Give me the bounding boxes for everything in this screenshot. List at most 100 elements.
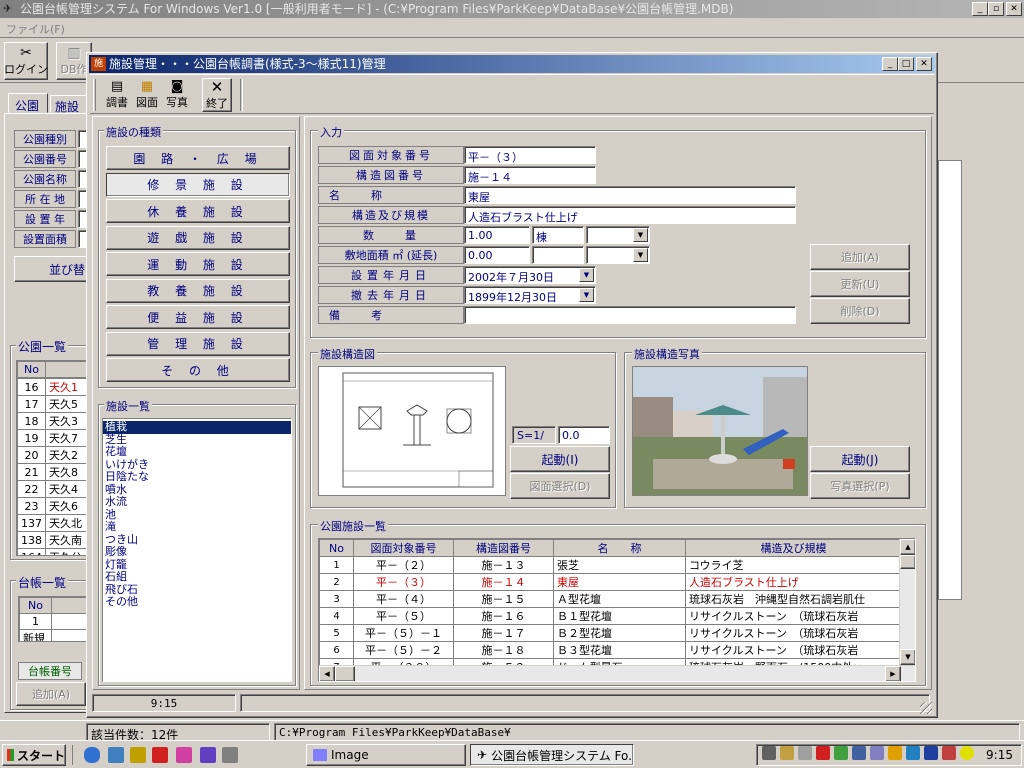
table-cell-name[interactable]: 東屋 — [553, 573, 686, 591]
park-list-name[interactable]: 天久2 — [45, 446, 89, 464]
ledger-row[interactable]: 1 — [19, 613, 52, 630]
facility-list-item[interactable]: 花壇 — [103, 445, 291, 459]
table-cell-struct[interactable]: 施－１３ — [453, 556, 554, 574]
app-icon-pink[interactable] — [176, 747, 192, 763]
park-list-no[interactable]: 17 — [17, 395, 46, 413]
ie-icon[interactable] — [84, 747, 100, 763]
park-list-no[interactable]: 18 — [17, 412, 46, 430]
chevron-down-icon[interactable]: ▼ — [579, 288, 594, 302]
table-cell-name[interactable]: Ｂ３型花壇 — [553, 641, 686, 659]
park-list-no[interactable]: 19 — [17, 429, 46, 447]
sort-button[interactable]: 並び替 — [14, 256, 90, 282]
table-cell-no[interactable]: 2 — [319, 573, 354, 591]
category-button[interactable]: 便 益 施 設 — [106, 305, 290, 329]
remove-date-picker[interactable]: 1899年12月30日 ▼ — [464, 286, 596, 304]
photo-select-button[interactable]: 写真選択(P) — [810, 473, 910, 499]
chevron-down-icon[interactable]: ▼ — [633, 228, 648, 242]
structure-no-field[interactable]: 施－１４ — [464, 166, 596, 184]
table-row[interactable]: 137 天久北 — [17, 514, 89, 532]
help-icon[interactable] — [960, 746, 974, 760]
facility-list-item[interactable]: 噴水 — [103, 483, 291, 497]
park-list-name[interactable]: 天久8 — [45, 463, 89, 481]
facility-list-item[interactable]: 水流 — [103, 495, 291, 509]
table-cell-no[interactable]: 4 — [319, 607, 354, 625]
dialog-maximize-button[interactable]: □ — [898, 57, 914, 71]
drawing-preview[interactable] — [318, 366, 506, 496]
park-list-name[interactable]: 天久6 — [45, 497, 89, 515]
tab-facility[interactable]: 施設 — [50, 95, 90, 114]
table-cell-struct[interactable]: 施－１４ — [453, 573, 554, 591]
delete-button[interactable]: 削除(D) — [810, 298, 910, 324]
table-row[interactable]: 16 天久1 — [17, 378, 89, 396]
table-cell-scale[interactable]: 人造石ブラスト仕上げ — [685, 573, 902, 591]
quantity-unit-select[interactable]: ▼ — [586, 226, 650, 244]
park-list-no[interactable]: 22 — [17, 480, 46, 498]
table-cell-drawing[interactable]: 平－（５）－１ — [353, 624, 454, 642]
survey-button[interactable]: ▤ 調書 — [102, 78, 132, 112]
update-button[interactable]: 更新(U) — [810, 271, 910, 297]
chevron-down-icon[interactable]: ▼ — [633, 248, 648, 262]
minimize-button[interactable]: _ — [972, 2, 988, 16]
tray-icon-9[interactable] — [906, 746, 920, 760]
horizontal-scrollbar[interactable]: ◀ ▶ — [319, 665, 915, 681]
drawing-no-field[interactable]: 平－（３） — [464, 146, 596, 164]
tab-park[interactable]: 公園 — [8, 93, 48, 113]
scroll-up-button[interactable]: ▲ — [900, 539, 915, 555]
photo-launch-button[interactable]: 起動(J) — [810, 446, 910, 472]
table-row[interactable]: 6 平－（５）－２ 施－１８ Ｂ３型花壇 リサイクルストーン （琉球石灰岩 — [319, 641, 902, 659]
table-row[interactable]: 3 平－（４） 施－１５ Ａ型花壇 琉球石灰岩 沖縄型自然石調岩肌仕 — [319, 590, 902, 608]
scroll-right-button[interactable]: ▶ — [885, 666, 901, 681]
table-header-cell[interactable]: No — [319, 539, 354, 557]
park-list-name[interactable]: 天久7 — [45, 429, 89, 447]
tray-icon-5[interactable] — [834, 746, 848, 760]
table-cell-scale[interactable]: リサイクルストーン （琉球石灰岩 — [685, 624, 902, 642]
tray-icon-7[interactable] — [870, 746, 884, 760]
table-header-cell[interactable]: 構造及び規模 — [685, 539, 902, 557]
structure-field[interactable]: 人造石ブラスト仕上げ — [464, 206, 796, 224]
table-cell-struct[interactable]: 施－１７ — [453, 624, 554, 642]
park-list-no[interactable]: 164 — [17, 548, 46, 555]
facility-list-item[interactable]: 日陰たな — [103, 470, 291, 484]
app-icon-doc[interactable] — [222, 747, 238, 763]
facility-list-item[interactable]: 灯籠 — [103, 558, 291, 572]
table-cell-no[interactable]: 6 — [319, 641, 354, 659]
tray-icon-4[interactable] — [816, 746, 830, 760]
table-cell-name[interactable]: Ｂ２型花壇 — [553, 624, 686, 642]
photo-button[interactable]: ◙ 写真 — [162, 78, 192, 112]
table-cell-drawing[interactable]: 平－（４） — [353, 590, 454, 608]
speaker-icon[interactable] — [798, 746, 812, 760]
table-header-cell[interactable]: 図面対象番号 — [353, 539, 454, 557]
facility-list-item[interactable]: 芝生 — [103, 433, 291, 447]
app-icon-red[interactable] — [152, 747, 168, 763]
park-list-name[interactable]: 天久5 — [45, 395, 89, 413]
table-cell-name[interactable]: Ａ型花壇 — [553, 590, 686, 608]
exit-button[interactable]: ✕ 終了 — [202, 78, 232, 112]
table-row[interactable]: 23 天久6 — [17, 497, 89, 515]
menu-file[interactable]: ファイル(F) — [6, 21, 65, 37]
tray-icon-1[interactable] — [762, 746, 776, 760]
ime-icon[interactable] — [924, 746, 938, 760]
park-list-no[interactable]: 23 — [17, 497, 46, 515]
table-row[interactable]: 138 天久南 — [17, 531, 89, 549]
tray-icon-11[interactable] — [942, 746, 956, 760]
category-button[interactable]: 管 理 施 設 — [106, 331, 290, 356]
network-icon[interactable] — [852, 746, 866, 760]
category-button[interactable]: 休 養 施 設 — [106, 199, 290, 223]
table-cell-no[interactable]: 3 — [319, 590, 354, 608]
table-cell-drawing[interactable]: 平－（５）－２ — [353, 641, 454, 659]
install-date-picker[interactable]: 2002年７月30日 ▼ — [464, 266, 596, 284]
park-list-table[interactable]: No 16 天久1 17 天久5 18 天久3 19 天久7 20 天久2 21 天久8 22 天久4 23… — [16, 360, 90, 556]
table-header-cell[interactable]: 構造図番号 — [453, 539, 554, 557]
quantity-unit-field[interactable]: 棟 — [532, 226, 584, 244]
category-button[interactable]: 教 養 施 設 — [106, 278, 290, 303]
park-list-no[interactable]: 20 — [17, 446, 46, 464]
park-list-no[interactable]: 21 — [17, 463, 46, 481]
dialog-close-button[interactable]: ✕ — [916, 57, 932, 71]
park-list-name[interactable]: 天久1 — [45, 378, 89, 396]
table-row[interactable]: 17 天久5 — [17, 395, 89, 413]
table-row[interactable]: 4 平－（５） 施－１６ Ｂ１型花壇 リサイクルストーン （琉球石灰岩 — [319, 607, 902, 625]
ledger-row-new[interactable]: 新規 — [19, 629, 52, 641]
close-button[interactable]: ✕ — [1006, 2, 1022, 16]
tray-clock[interactable]: 9:15 — [986, 748, 1013, 762]
table-row[interactable]: 5 平－（５）－１ 施－１７ Ｂ２型花壇 リサイクルストーン （琉球石灰岩 — [319, 624, 902, 642]
